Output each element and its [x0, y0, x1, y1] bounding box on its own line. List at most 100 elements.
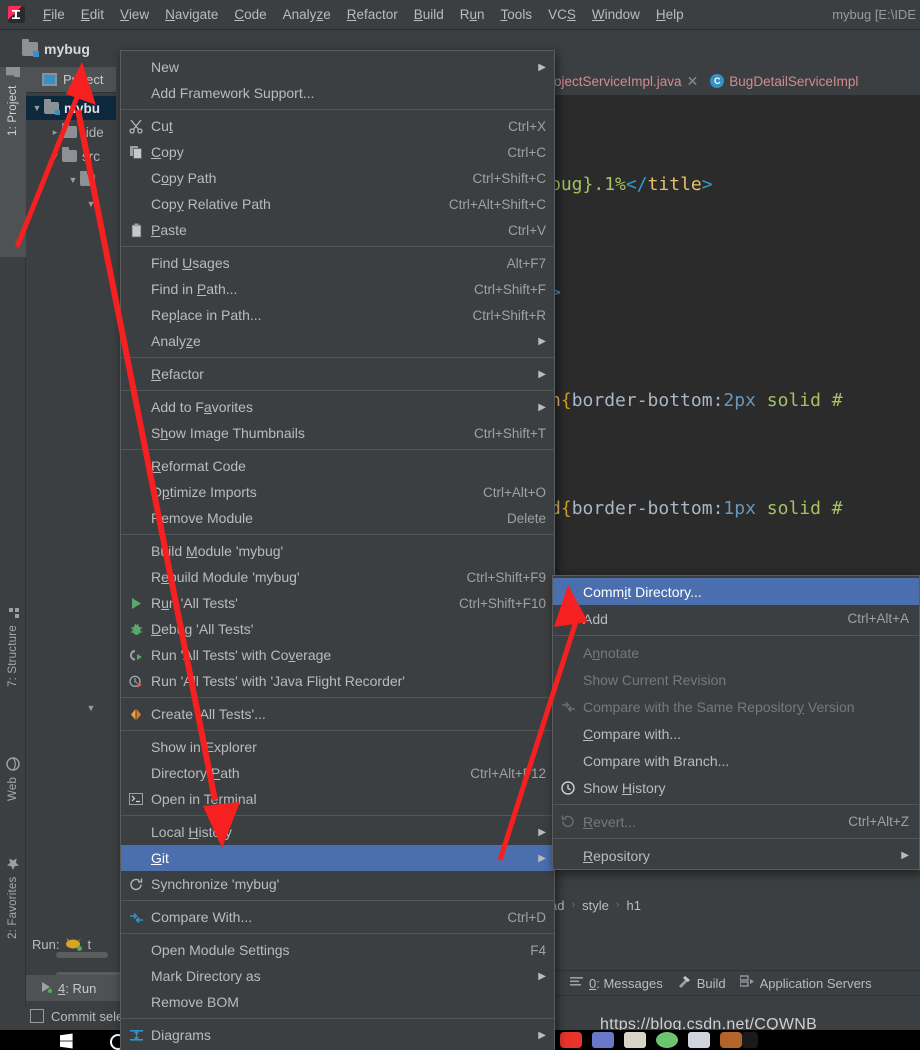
taskbar-app-3-icon[interactable] [624, 1032, 646, 1048]
menu-item-help[interactable]: Help [648, 4, 692, 25]
git-menu-item-add[interactable]: Add Ctrl+Alt+A [553, 605, 919, 632]
context-menu-item-optimize-imports[interactable]: Optimize Imports Ctrl+Alt+O [121, 479, 554, 505]
project-panel-header[interactable]: Project [26, 67, 116, 93]
menu-item-navigate[interactable]: Navigate [157, 4, 226, 25]
git-menu-item-compare-same-repo-version[interactable]: Compare with the Same Repository Version [553, 693, 919, 720]
breadcrumb-2[interactable]: h1 [627, 898, 641, 913]
context-menu-item-open-in-terminal[interactable]: Open in Terminal [121, 786, 554, 812]
taskbar-start-icon[interactable] [742, 1032, 758, 1048]
context-menu-item-find-usages[interactable]: Find Usages Alt+F7 [121, 250, 554, 276]
bottom-tab-build[interactable]: Build [677, 975, 726, 991]
chevron-down-icon[interactable]: ▼ [84, 199, 98, 209]
context-menu-item-paste[interactable]: Paste Ctrl+V [121, 217, 554, 243]
menu-item-tools[interactable]: Tools [493, 4, 541, 25]
context-menu-item-run-with-coverage[interactable]: Run 'All Tests' with Coverage [121, 642, 554, 668]
taskbar-app-5-icon[interactable] [688, 1032, 710, 1048]
context-menu-item-find-in-path[interactable]: Find in Path... Ctrl+Shift+F [121, 276, 554, 302]
chevron-down-icon[interactable]: ▼ [66, 175, 80, 185]
context-menu-item-compare-with[interactable]: Compare With... Ctrl+D [121, 904, 554, 930]
git-menu-item-show-history[interactable]: Show History [553, 774, 919, 801]
tree-node-child-3[interactable]: ▼ [26, 696, 116, 720]
context-menu-item-copy-path[interactable]: Copy Path Ctrl+Shift+C [121, 165, 554, 191]
context-menu-item-open-module-settings-label: Open Module Settings [151, 942, 290, 958]
tree-node-mybug[interactable]: ▼ mybu [26, 96, 116, 120]
context-menu-item-refactor[interactable]: Refactor ▶ [121, 361, 554, 387]
window-title: mybug [E:\IDE [832, 7, 916, 22]
menu-item-analyze[interactable]: Analyze [275, 4, 339, 25]
context-menu-item-remove-module[interactable]: Remove Module Delete [121, 505, 554, 531]
tree-node-child-2[interactable]: ▼ [26, 192, 116, 216]
tree-node-idea-label: .ide [82, 124, 104, 140]
context-menu-item-local-history[interactable]: Local History ▶ [121, 819, 554, 845]
context-menu-item-git[interactable]: Git ▶ [121, 845, 554, 871]
menu-item-vcs[interactable]: VCS [540, 4, 584, 25]
menu-item-refactor[interactable]: Refactor [339, 4, 406, 25]
git-menu-item-compare-with[interactable]: Compare with... [553, 720, 919, 747]
context-menu-item-show-in-explorer[interactable]: Show in Explorer [121, 734, 554, 760]
menu-item-file[interactable]: File [35, 4, 73, 25]
context-menu-item-directory-path[interactable]: Directory Path Ctrl+Alt+F12 [121, 760, 554, 786]
git-menu-item-repository[interactable]: Repository ▶ [553, 842, 919, 869]
git-menu-item-show-current-revision[interactable]: Show Current Revision [553, 666, 919, 693]
taskbar-app-2-icon[interactable] [592, 1032, 614, 1048]
breadcrumb-project[interactable]: mybug [22, 39, 90, 57]
taskbar-app-6-icon[interactable] [720, 1032, 742, 1048]
context-menu-item-mark-directory-as-label: Mark Directory as [151, 968, 261, 984]
context-menu-item-new[interactable]: New ▶ [121, 54, 554, 80]
context-menu-item-create-all-tests[interactable]: Create 'All Tests'... [121, 701, 554, 727]
editor-tab-bug-detail-service-impl[interactable]: C BugDetailServiceImpl [704, 67, 864, 95]
menu-item-window[interactable]: Window [584, 4, 648, 25]
context-menu-item-copy-relative-path[interactable]: Copy Relative Path Ctrl+Alt+Shift+C [121, 191, 554, 217]
context-menu-item-diagrams[interactable]: Diagrams ▶ [121, 1022, 554, 1048]
context-menu-item-build-module[interactable]: Build Module 'mybug' [121, 538, 554, 564]
context-menu-item-synchronize[interactable]: Synchronize 'mybug' [121, 871, 554, 897]
context-menu-item-reformat-code[interactable]: Reformat Code [121, 453, 554, 479]
tree-node-idea[interactable]: ▸ .ide [26, 120, 116, 144]
menu-item-run[interactable]: Run [452, 4, 493, 25]
bottom-tab-messages[interactable]: 0: Messages [570, 976, 663, 991]
tree-node-child-1[interactable]: ▼ [26, 168, 116, 192]
git-menu-item-revert[interactable]: Revert... Ctrl+Alt+Z [553, 808, 919, 835]
coverage-icon [121, 649, 151, 662]
run-panel-scrollbar[interactable] [56, 952, 108, 958]
git-menu-item-compare-with-branch[interactable]: Compare with Branch... [553, 747, 919, 774]
menu-item-view[interactable]: View [112, 4, 157, 25]
chevron-down-icon[interactable]: ▼ [30, 103, 44, 113]
context-menu-item-analyze[interactable]: Analyze ▶ [121, 328, 554, 354]
taskbar-app-1-icon[interactable] [560, 1032, 582, 1048]
git-menu-item-commit-directory[interactable]: Commit Directory... [553, 578, 919, 605]
sidebar-tab-favorites[interactable]: 2: Favorites [0, 857, 26, 1007]
class-icon: C [710, 74, 725, 88]
context-menu-item-mark-directory-as[interactable]: Mark Directory as ▶ [121, 963, 554, 989]
context-menu-item-cut[interactable]: Cut Ctrl+X [121, 113, 554, 139]
close-icon[interactable]: ✕ [687, 73, 699, 90]
menu-item-edit[interactable]: Edit [73, 4, 112, 25]
taskbar-app-4-icon[interactable] [656, 1032, 678, 1048]
menu-item-code[interactable]: Code [226, 4, 274, 25]
context-menu-item-show-image-thumbnails[interactable]: Show Image Thumbnails Ctrl+Shift+T [121, 420, 554, 446]
chevron-down-icon[interactable]: ▼ [48, 151, 62, 161]
sidebar-tab-web[interactable]: Web [0, 757, 26, 842]
sidebar-tab-project[interactable]: 1: Project [0, 67, 26, 257]
context-menu-item-debug-all-tests[interactable]: Debug 'All Tests' [121, 616, 554, 642]
context-menu-item-copy[interactable]: Copy Ctrl+C [121, 139, 554, 165]
sidebar-tab-structure[interactable]: 7: Structure [0, 607, 26, 737]
context-menu-item-add-framework-support[interactable]: Add Framework Support... [121, 80, 554, 106]
context-menu-item-add-to-favorites[interactable]: Add to Favorites ▶ [121, 394, 554, 420]
context-menu-item-remove-bom[interactable]: Remove BOM [121, 989, 554, 1015]
menu-item-build[interactable]: Build [406, 4, 452, 25]
context-menu-item-run-all-tests[interactable]: Run 'All Tests' Ctrl+Shift+F10 [121, 590, 554, 616]
chevron-down-icon[interactable]: ▼ [84, 703, 98, 713]
context-menu-item-run-with-jfr[interactable]: Run 'All Tests' with 'Java Flight Record… [121, 668, 554, 694]
context-menu-item-open-module-settings[interactable]: Open Module Settings F4 [121, 937, 554, 963]
context-menu-item-directory-path-label: Directory Path [151, 765, 240, 781]
tree-node-src[interactable]: ▼ src [26, 144, 116, 168]
bottom-tab-run[interactable]: 4: Run [26, 975, 134, 1001]
editor-tab-project-service-impl[interactable]: ojectServiceImpl.java ✕ [548, 67, 704, 95]
bottom-tab-application-servers[interactable]: Application Servers [738, 975, 872, 991]
chevron-right-icon[interactable]: ▸ [48, 127, 62, 138]
context-menu-item-rebuild-module[interactable]: Rebuild Module 'mybug' Ctrl+Shift+F9 [121, 564, 554, 590]
git-menu-item-annotate[interactable]: Annotate [553, 639, 919, 666]
context-menu-item-replace-in-path[interactable]: Replace in Path... Ctrl+Shift+R [121, 302, 554, 328]
breadcrumb-1[interactable]: style [582, 898, 609, 913]
